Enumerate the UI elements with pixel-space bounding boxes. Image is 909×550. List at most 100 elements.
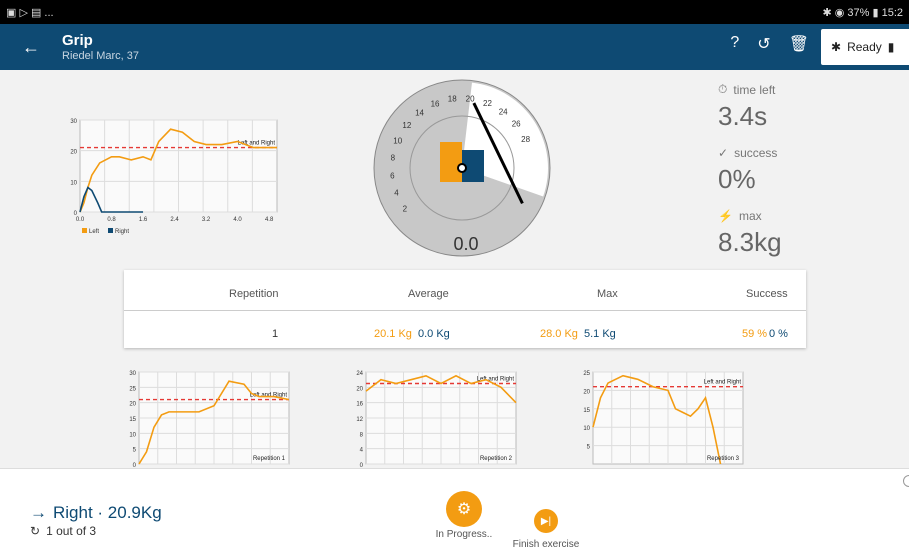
page-title: Grip	[62, 32, 93, 49]
gauge-tick-label: 22	[483, 99, 492, 108]
y-tick-label: 24	[356, 371, 363, 377]
y-tick-label: 20	[70, 150, 77, 156]
force-gauge: 24681012141618 20 22242628	[373, 79, 551, 257]
y-tick-label: 10	[583, 426, 590, 432]
status-right: ✱ ◉ 37% ▮ 15:2	[822, 6, 903, 19]
cell-max-left: 28.0 Kg	[540, 328, 578, 340]
success-label: success	[734, 146, 778, 160]
legend-swatch	[82, 228, 87, 233]
x-tick-label: 1.6	[139, 217, 148, 223]
y-tick-label: 30	[129, 371, 136, 377]
max-label: max	[738, 209, 762, 223]
arrow-right-icon: →	[30, 503, 47, 522]
legend-label: Right	[115, 229, 129, 235]
header-average: Average	[408, 288, 449, 300]
back-icon[interactable]: ←	[22, 37, 52, 58]
repetition-chart-1: 051015202530Left and RightRepetition 1	[129, 371, 290, 468]
results-table: Repetition Average Max Success 1 20.1 Kg…	[124, 270, 806, 348]
y-tick-label: 25	[583, 371, 590, 377]
legend-swatch	[108, 228, 113, 233]
chart-title: Repetition 3	[707, 456, 740, 462]
y-tick-label: 5	[587, 445, 591, 451]
panel-handle-icon[interactable]	[903, 475, 909, 487]
repeat-icon: ↻	[30, 524, 41, 538]
gauge-tick-label: 10	[393, 136, 402, 145]
app-bar: ← Grip Riedel Marc, 37 ? ↺ 🗑 ✱ Ready ▮	[0, 24, 909, 70]
in-progress-button[interactable]: ⚙ In Progress..	[432, 491, 496, 540]
progress-label: 1 out of 3	[46, 524, 97, 538]
y-tick-label: 30	[70, 119, 77, 125]
x-tick-label: 3.2	[202, 217, 211, 223]
x-tick-label: 0.8	[107, 217, 116, 223]
gauge-tick-label: 18	[448, 95, 457, 104]
gauge-tick-label: 24	[499, 107, 508, 116]
bolt-icon: ⚡	[718, 209, 733, 223]
status-left: ▣ ▷ ▤ ...	[6, 6, 54, 19]
y-tick-label: 20	[129, 402, 136, 408]
bluetooth-icon: ✱	[831, 40, 842, 54]
y-tick-label: 5	[133, 448, 137, 454]
skip-icon: ▶|	[534, 509, 558, 533]
gauge-tick-label: 4	[394, 189, 399, 198]
target-label: Left and Right	[704, 380, 742, 386]
timer-icon: ⏱	[718, 82, 728, 96]
gauge-tick-label: 2	[403, 204, 408, 213]
gear-icon: ⚙	[446, 491, 482, 527]
x-tick-label: 4.0	[233, 217, 242, 223]
gauge-pivot	[457, 163, 467, 173]
in-progress-label: In Progress..	[435, 529, 493, 540]
header-success: Success	[746, 288, 788, 300]
header-max: Max	[597, 288, 618, 300]
force-chart: 01020300.0 0.8 1.6 2.4 3.2 4.0 4.8Left and Rig…	[70, 119, 278, 235]
cell-max-right: 5.1 Kg	[584, 328, 616, 340]
gauge-tick-label: 6	[390, 171, 395, 180]
cell-success-left: 59 %	[742, 328, 768, 340]
repetition-chart-3: 5 10 15 20 25 Left and Right Repetition 3	[583, 371, 744, 465]
status-bar: ▣ ▷ ▤ ... ✱ ◉ 37% ▮ 15:2	[0, 0, 909, 24]
y-tick-label: 20	[356, 386, 363, 392]
cell-average-left: 20.1 Kg	[374, 328, 412, 340]
y-tick-label: 20	[583, 389, 590, 395]
bluetooth-status[interactable]: ✱ Ready ▮	[821, 29, 909, 65]
gauge-left-bar	[440, 142, 462, 182]
chart-title: Repetition 1	[253, 456, 286, 462]
x-tick-label: 4.8	[265, 217, 274, 223]
success-value: 0%	[718, 164, 756, 194]
bottom-panel: → Right · 20.9Kg ↻ 1 out of 3 ⚙ In Progres…	[0, 468, 909, 550]
cell-repetition: 1	[272, 328, 279, 340]
time-left-label: time left	[733, 82, 776, 97]
battery-icon: ▮	[887, 40, 895, 54]
finish-exercise-button[interactable]: ▶| Finish exercise	[506, 509, 586, 550]
legend-label: Left	[89, 229, 99, 235]
gauge-tick-label: 12	[402, 121, 411, 130]
finish-label: Finish exercise	[512, 539, 580, 550]
side-label: Right · 20.9Kg	[53, 503, 162, 522]
delete-icon[interactable]: 🗑	[789, 34, 809, 54]
y-tick-label: 15	[129, 417, 136, 423]
help-icon[interactable]: ?	[730, 34, 739, 54]
main-content: 0 10 20 30 0.0 0.8 1.6 2.4 3.2 4.0 4.8 Left and Rig…	[0, 70, 909, 468]
gauge-tick-label: 20	[466, 94, 475, 103]
target-label: Left and Right	[477, 377, 515, 383]
gauge-tick-label: 16	[431, 99, 440, 108]
check-icon: ✓	[718, 146, 729, 160]
table-divider	[124, 310, 806, 311]
gauge-tick-label: 14	[415, 108, 424, 117]
stats-panel: ⏱ time left 3.4s ✓ success 0% ⚡ max 8.3kg	[718, 82, 782, 272]
bluetooth-status-label: Ready	[847, 40, 882, 54]
max-value: 8.3kg	[718, 227, 782, 257]
header-repetition: Repetition	[229, 288, 279, 300]
chart-title: Repetition 2	[480, 456, 513, 462]
gauge-tick-label: 28	[521, 135, 530, 144]
y-tick-label: 10	[70, 180, 77, 186]
x-tick-label: 2.4	[170, 217, 179, 223]
cell-success-right: 0 %	[769, 328, 788, 340]
x-tick-label: 0.0	[76, 217, 85, 223]
y-tick-label: 16	[356, 402, 363, 408]
time-left-value: 3.4s	[718, 101, 768, 131]
page-subtitle: Riedel Marc, 37	[62, 50, 140, 62]
reset-icon[interactable]: ↺	[757, 34, 770, 54]
gauge-readout: 0.0	[453, 234, 479, 254]
y-tick-label: 25	[129, 386, 136, 392]
y-tick-label: 8	[360, 432, 364, 438]
